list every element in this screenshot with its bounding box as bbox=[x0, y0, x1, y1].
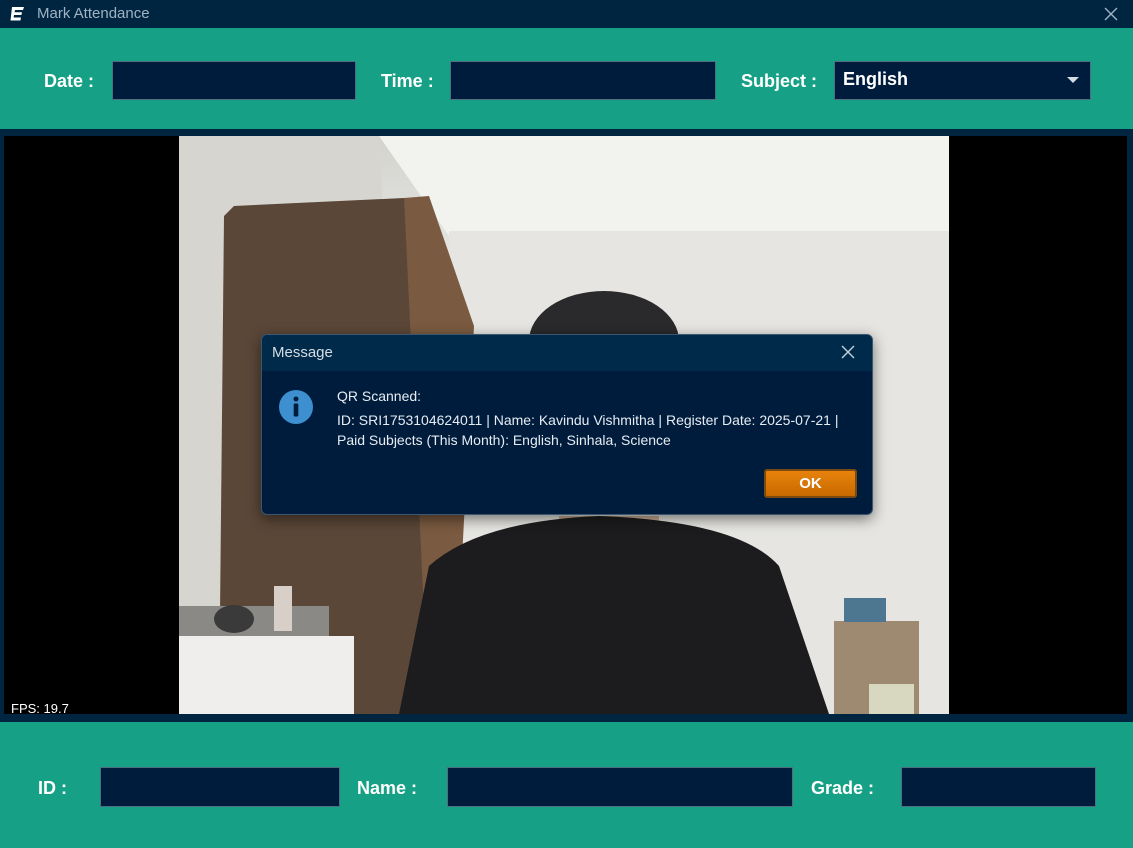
fps-readout: FPS: 19.7 bbox=[11, 701, 69, 716]
id-label: ID : bbox=[38, 778, 67, 798]
dialog-message-line-2: ID: SRI1753104624011 | Name: Kavindu Vis… bbox=[337, 412, 839, 428]
name-field[interactable] bbox=[447, 767, 793, 807]
name-label: Name : bbox=[357, 778, 418, 798]
close-icon[interactable] bbox=[840, 344, 856, 360]
id-field[interactable] bbox=[100, 767, 340, 807]
student-info-panel: ID : Name : Grade : bbox=[0, 722, 1133, 848]
title-bar: Mark Attendance bbox=[0, 0, 1133, 28]
time-field[interactable] bbox=[450, 61, 716, 100]
header-panel: Date : Time : Subject : English bbox=[0, 28, 1133, 129]
window-title: Mark Attendance bbox=[37, 5, 150, 22]
dialog-message-line-1: QR Scanned: bbox=[337, 388, 422, 404]
subject-select[interactable]: English bbox=[834, 61, 1091, 100]
close-icon[interactable] bbox=[1101, 4, 1121, 24]
subject-select-value: English bbox=[843, 69, 909, 89]
grade-label: Grade : bbox=[811, 778, 875, 798]
dialog-title: Message bbox=[272, 344, 333, 361]
dialog-message-line-3: Paid Subjects (This Month): English, Sin… bbox=[337, 432, 671, 448]
app-logo-icon bbox=[10, 7, 24, 21]
subject-label: Subject : bbox=[741, 71, 818, 91]
dialog-header: Message bbox=[262, 335, 872, 371]
date-label: Date : bbox=[44, 71, 95, 91]
message-dialog: Message QR Scanned: ID: SRI1753104624011… bbox=[261, 334, 873, 515]
info-icon bbox=[279, 390, 313, 424]
chevron-down-icon[interactable] bbox=[1067, 77, 1079, 83]
ok-button[interactable]: OK bbox=[764, 469, 857, 498]
time-label: Time : bbox=[381, 71, 434, 91]
date-field[interactable] bbox=[112, 61, 356, 100]
grade-field[interactable] bbox=[901, 767, 1096, 807]
